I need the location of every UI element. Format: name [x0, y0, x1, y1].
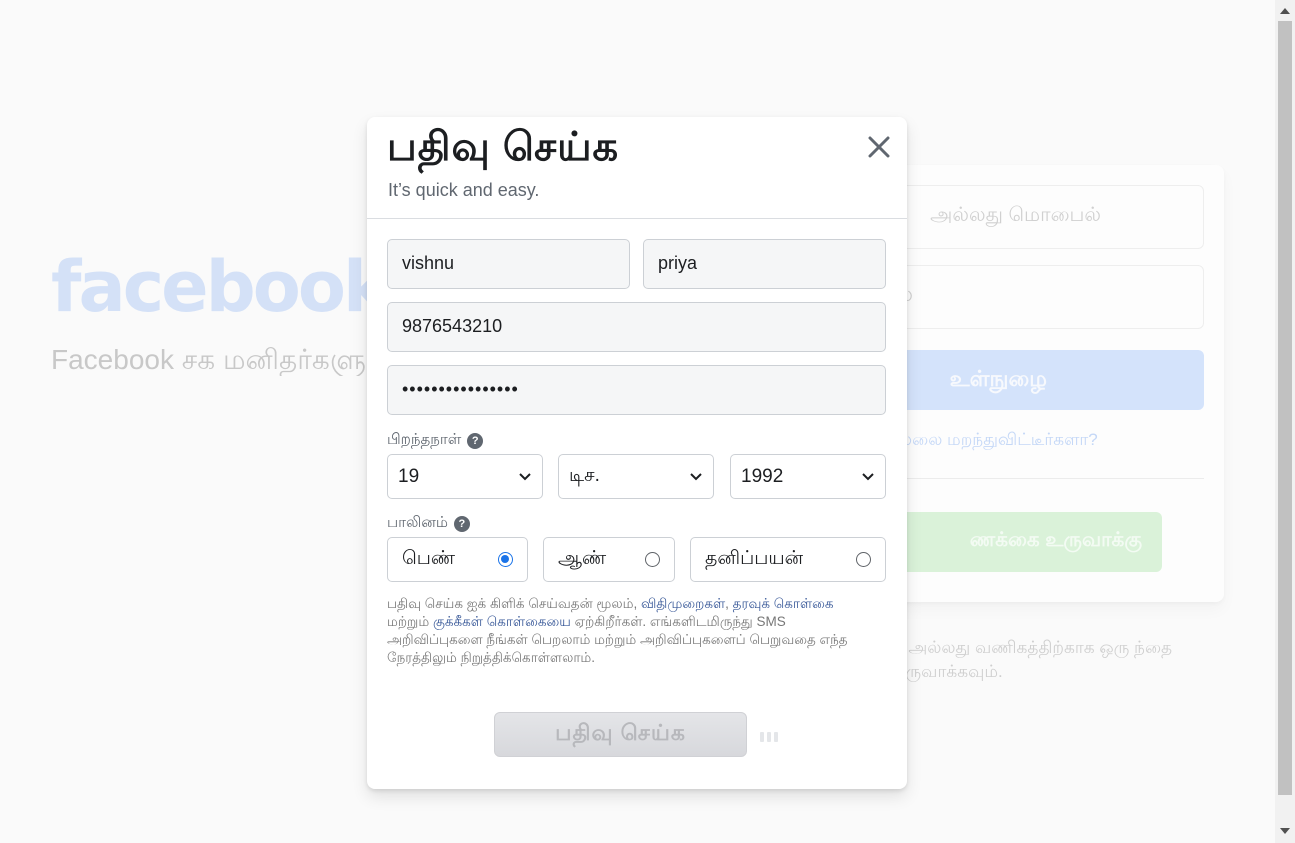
loading-spinner-icon [760, 732, 778, 742]
terms-mid: மற்றும் [387, 614, 433, 629]
birthday-day-select[interactable]: 19 [387, 454, 543, 499]
gender-label-text: பாலினம் [387, 514, 448, 531]
chevron-down-icon [690, 472, 702, 480]
signup-button[interactable]: பதிவு செய்க [494, 712, 747, 757]
vertical-scrollbar[interactable] [1275, 0, 1295, 843]
modal-title: பதிவு செய்க [387, 125, 620, 169]
birthday-day-value: 19 [398, 465, 420, 487]
facebook-logo: facebook [51, 246, 390, 328]
birthday-year-value: 1992 [741, 465, 784, 487]
forgot-password-link[interactable]: ல்லை மறந்துவிட்டீர்களா? [898, 430, 1098, 452]
tagline: Facebook சக மனிதர்களுடன் தொடர்புகொள்ளவும… [51, 344, 371, 375]
help-icon[interactable]: ? [453, 515, 470, 532]
gender-female-label: பெண் [402, 547, 456, 569]
terms-prefix: பதிவு செய்க ஐக் கிளிக் செய்வதன் மூலம், [387, 596, 641, 611]
signup-modal: பதிவு செய்க It’s quick and easy. vishnu … [367, 117, 907, 789]
first-name-input[interactable]: vishnu [387, 239, 630, 289]
login-password-input[interactable]: ல் [870, 265, 1204, 329]
scrollbar-thumb[interactable] [1278, 21, 1292, 795]
birthday-label: பிறந்தநாள் ? [387, 431, 484, 450]
create-account-button[interactable]: ணக்கை உருவாக்கு [870, 512, 1162, 572]
gender-option-custom[interactable]: தனிப்பயன் [690, 537, 886, 582]
birthday-label-text: பிறந்தநாள் [387, 431, 462, 448]
gender-label: பாலினம் ? [387, 514, 470, 533]
scroll-up-icon[interactable] [1279, 6, 1291, 16]
gender-option-male[interactable]: ஆண் [543, 537, 675, 582]
data-policy-link[interactable]: தரவுக் கொள்கை [733, 596, 834, 611]
password-input[interactable]: •••••••••••••••• [387, 365, 886, 415]
last-name-input[interactable]: priya [643, 239, 886, 289]
modal-subtitle: It’s quick and easy. [388, 180, 540, 200]
birthday-month-value: டிச. [569, 464, 600, 486]
gender-option-female[interactable]: பெண் [387, 537, 528, 582]
divider [886, 478, 1204, 479]
login-button[interactable]: உள்நுழை [870, 350, 1204, 410]
login-email-input[interactable]: அல்லது மொபைல் [870, 185, 1204, 249]
mobile-input[interactable]: 9876543210 [387, 302, 886, 352]
chevron-down-icon [862, 472, 874, 480]
gender-female-radio[interactable] [498, 552, 513, 567]
birthday-year-select[interactable]: 1992 [730, 454, 886, 499]
birthday-month-select[interactable]: டிச. [558, 454, 714, 499]
gender-custom-label: தனிப்பயன் [705, 547, 804, 569]
modal-header: பதிவு செய்க It’s quick and easy. [367, 117, 907, 219]
chevron-down-icon [519, 472, 531, 480]
gender-custom-radio[interactable] [856, 552, 871, 567]
page: facebook Facebook சக மனிதர்களுடன் தொடர்ப… [0, 0, 1275, 843]
gender-male-label: ஆண் [558, 547, 607, 569]
create-page-note: ழ அல்லது வணிகத்திற்காக ஒரு ந்தை உருவாக்க… [890, 638, 1173, 681]
help-icon[interactable]: ? [467, 432, 484, 449]
close-icon[interactable] [865, 133, 893, 161]
terms-text: பதிவு செய்க ஐக் கிளிக் செய்வதன் மூலம், வ… [387, 595, 867, 667]
cookie-policy-link[interactable]: குக்கீகள் கொள்கையை [433, 614, 571, 629]
terms-sep: , [725, 596, 733, 611]
gender-male-radio[interactable] [645, 552, 660, 567]
scroll-down-icon[interactable] [1279, 826, 1291, 836]
terms-link[interactable]: விதிமுறைகள் [641, 596, 725, 611]
